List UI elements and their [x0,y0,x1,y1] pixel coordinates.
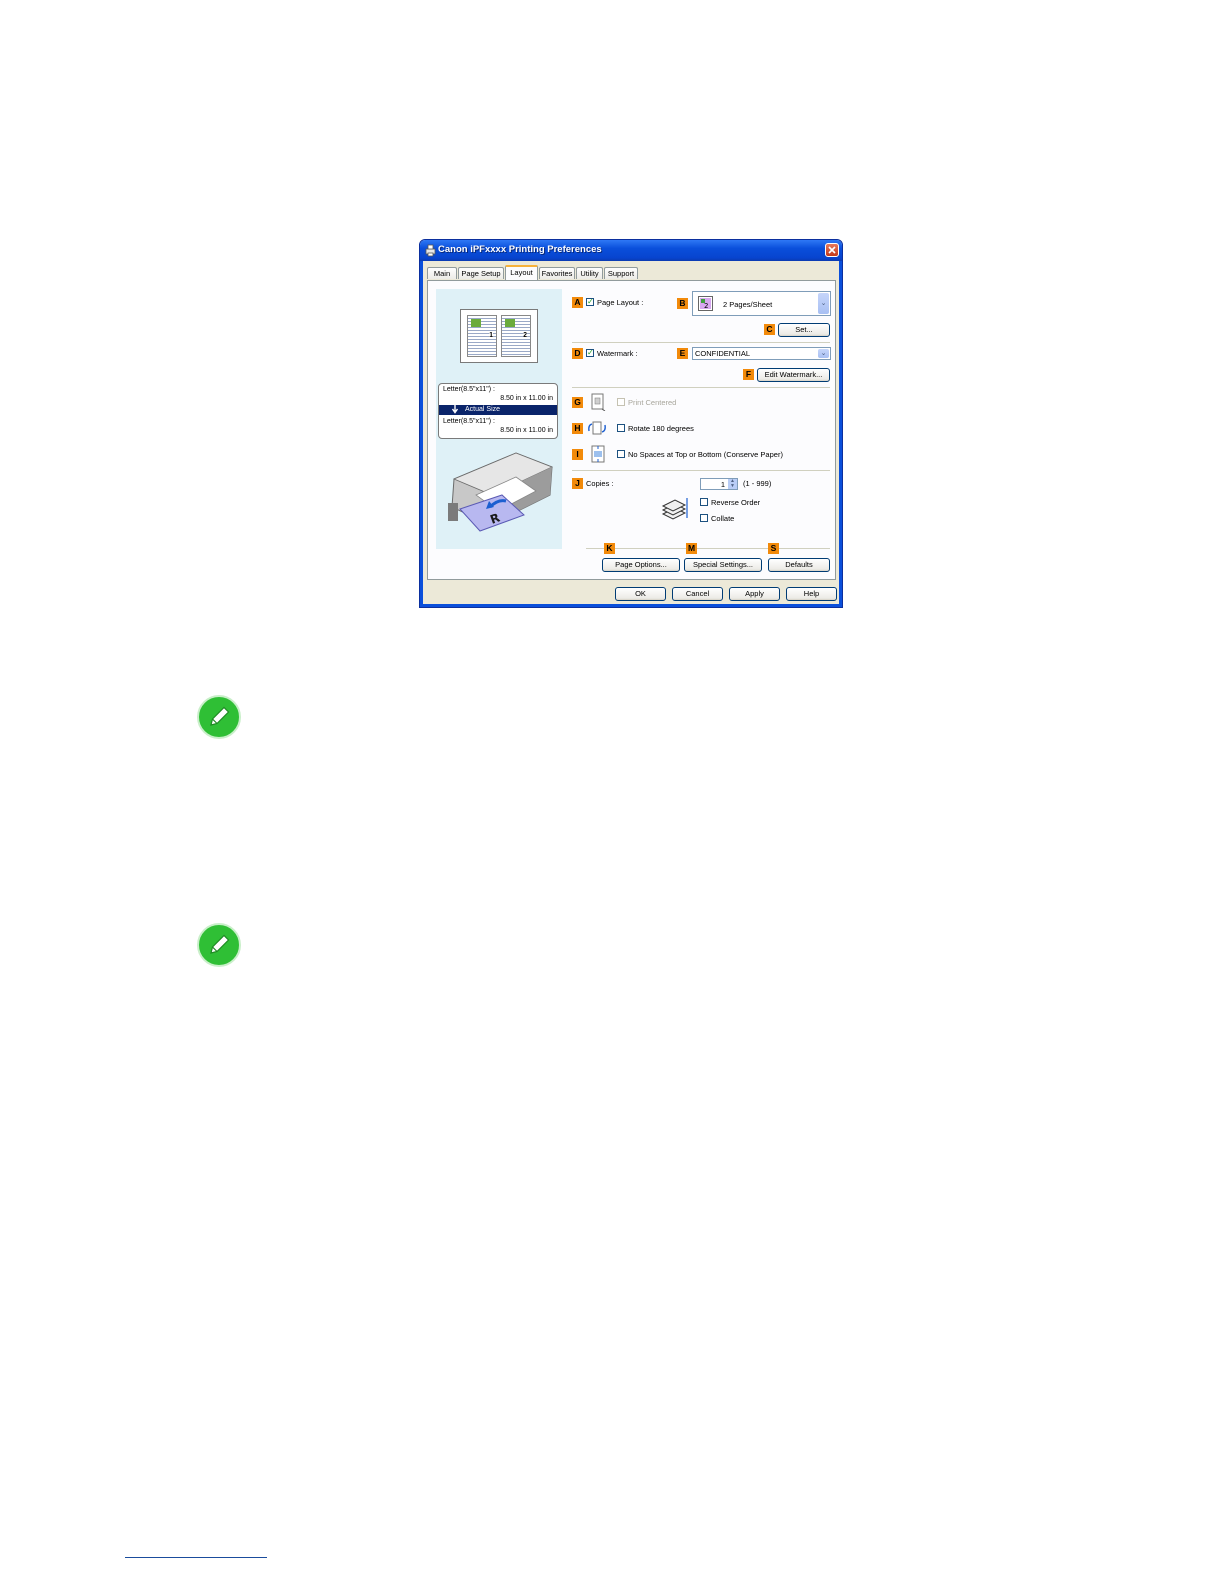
tab-layout[interactable]: Layout [505,265,538,280]
copies-range: (1 - 999) [743,479,772,488]
watermark-label: Watermark : [597,349,638,358]
close-icon [828,246,836,254]
output-size-dimensions: 8.50 in x 11.00 in [500,427,553,434]
original-size-dimensions: 8.50 in x 11.00 in [500,395,553,402]
help-button[interactable]: Help [786,587,837,601]
tab-page-setup[interactable]: Page Setup [458,267,504,279]
layout-preview: 1 2 Letter(8.5"x11") : 8.50 in x 11.00 i… [436,289,562,549]
spin-down-icon[interactable]: ▼ [728,484,737,489]
separator [572,470,830,471]
two-pages-per-sheet-preview: 1 2 [460,309,538,363]
note-pencil-icon [197,695,241,739]
separator [572,387,830,388]
callout-d: D [572,348,583,359]
callout-s: S [768,543,779,554]
callout-f: F [743,369,754,380]
page-layout-icon: 2 [698,296,713,311]
page-layout-checkbox[interactable]: ✓ [586,298,594,306]
scaling-mode: Actual Size [465,406,501,413]
preview-page-1: 1 [467,315,497,357]
conserve-paper-icon [591,445,605,463]
copies-input[interactable]: 1 ▲ ▼ [700,478,738,490]
callout-m: M [686,543,697,554]
reverse-order-checkbox[interactable] [700,498,708,506]
window-border-bottom [420,604,842,607]
reverse-order-label: Reverse Order [711,498,761,507]
paper-size-info: Letter(8.5"x11") : 8.50 in x 11.00 in Ac… [438,383,558,439]
collate-checkbox[interactable] [700,514,708,522]
no-spaces-checkbox[interactable] [617,450,625,458]
down-arrow-icon [451,405,459,414]
output-size-label: Letter(8.5"x11") : [443,418,495,425]
rotate-180-checkbox[interactable] [617,424,625,432]
collate-label: Collate [711,514,735,523]
chevron-down-icon[interactable]: ⌄ [818,293,829,314]
printer-app-icon [425,244,436,257]
callout-e: E [677,348,688,359]
preview-page-number: 2 [523,332,527,339]
callout-a: A [572,297,583,308]
window-border-left [420,261,423,607]
footer-link-underline [125,1557,267,1558]
callout-j: J [572,478,583,489]
layout-tab-panel: 1 2 Letter(8.5"x11") : 8.50 in x 11.00 i… [427,280,836,580]
separator [572,342,830,343]
watermark-checkbox[interactable]: ✓ [586,349,594,357]
rotate-icon [588,421,606,435]
window-border-right [839,261,842,607]
chevron-down-icon[interactable]: ⌄ [818,349,829,358]
cancel-button[interactable]: Cancel [672,587,723,601]
no-spaces-label: No Spaces at Top or Bottom (Conserve Pap… [628,450,783,459]
separator [586,548,830,549]
callout-b: B [677,298,688,309]
callout-i: I [572,449,583,460]
set-button[interactable]: Set... [778,323,830,337]
watermark-select[interactable]: CONFIDENTIAL ⌄ [692,347,831,360]
page-options-button[interactable]: Page Options... [602,558,680,572]
close-button[interactable] [825,243,839,257]
print-centered-label: Print Centered [628,398,677,407]
tab-favorites[interactable]: Favorites [539,267,575,279]
copies-stack-icon [661,498,688,520]
defaults-button[interactable]: Defaults [768,558,830,572]
page-layout-value: 2 Pages/Sheet [723,300,773,309]
printer-illustration: R [448,452,554,532]
callout-g: G [572,397,583,408]
edit-watermark-button[interactable]: Edit Watermark... [757,368,830,382]
printing-preferences-dialog: Canon iPFxxxx Printing Preferences Main … [419,239,843,608]
copies-label: Copies : [586,479,614,488]
apply-button[interactable]: Apply [729,587,780,601]
special-settings-button[interactable]: Special Settings... [684,558,762,572]
page-image-icon [471,319,481,327]
callout-h: H [572,423,583,434]
page-layout-label: Page Layout : [597,298,644,307]
callout-c: C [764,324,775,335]
print-centered-icon [591,393,606,411]
copies-value: 1 [720,480,725,489]
watermark-value: CONFIDENTIAL [695,349,751,358]
page-layout-select[interactable]: 2 2 Pages/Sheet ⌄ [692,291,831,316]
svg-text:2: 2 [704,302,708,310]
original-size-label: Letter(8.5"x11") : [443,386,495,393]
callout-k: K [604,543,615,554]
print-centered-checkbox[interactable] [617,398,625,406]
note-pencil-icon [197,923,241,967]
preview-page-2: 2 [501,315,531,357]
scaling-mode-row: Actual Size [439,405,557,415]
page-image-icon [505,319,515,327]
window-title: Canon iPFxxxx Printing Preferences [438,244,602,255]
rotate-180-label: Rotate 180 degrees [628,424,694,433]
tab-utility[interactable]: Utility [576,267,603,279]
tab-main[interactable]: Main [427,267,457,279]
preview-page-number: 1 [489,332,493,339]
tab-support[interactable]: Support [604,267,638,279]
ok-button[interactable]: OK [615,587,666,601]
title-bar[interactable]: Canon iPFxxxx Printing Preferences [420,240,842,261]
